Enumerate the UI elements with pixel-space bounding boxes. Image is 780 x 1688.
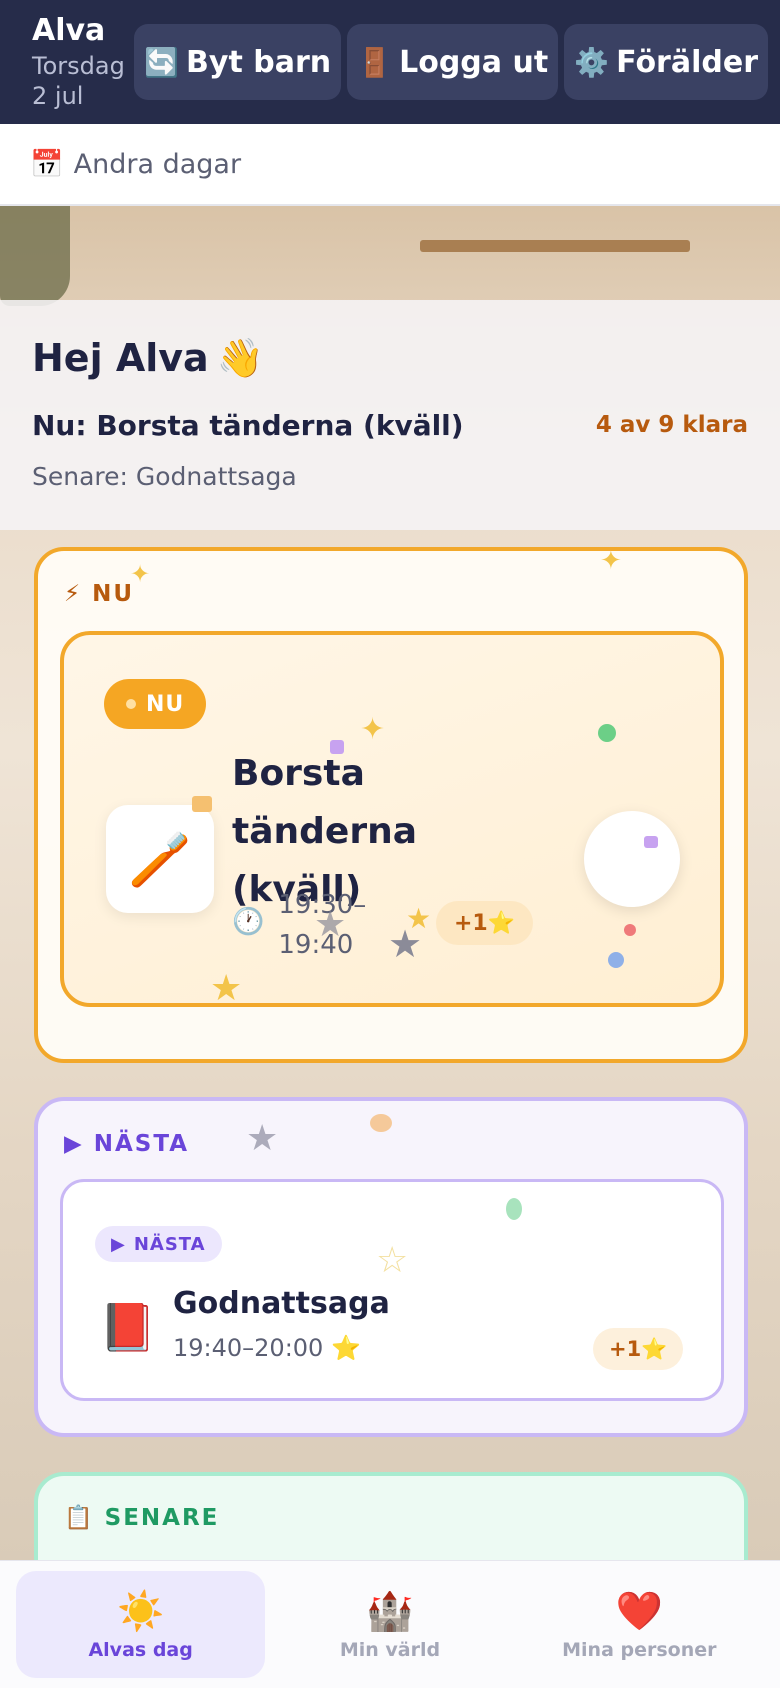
next-section-title: NÄSTA [93,1131,190,1157]
now-summary: Nu: Borsta tänderna (kväll) [32,408,464,442]
door-icon: 🚪 [357,45,392,79]
logout-label: Logga ut [399,44,549,80]
now-section-title: NU [92,581,135,607]
confetti [330,740,344,754]
parent-button[interactable]: ⚙️ Förälder [564,24,768,100]
next-task-time: 19:40–20:00 ⭐ [173,1334,361,1362]
next-section-header: ▶ NÄSTA [64,1131,189,1157]
now-badge-label: NU [146,691,185,717]
clipboard-icon: 📋 [64,1505,95,1531]
confetti [624,924,636,936]
refresh-icon: 🔄 [144,45,179,79]
nav-my-world-label: Min värld [339,1638,441,1661]
current-date: Torsdag 2 jul [32,52,125,110]
bottom-navigation: ☀️ Alvas dag 🏰 Min värld ❤️ Mina persone… [0,1560,780,1688]
current-task-card[interactable]: NU 🪥 Borsta tänderna (kväll) 🕐 19:30– 19… [60,631,724,1007]
switch-child-label: Byt barn [186,44,332,80]
toothbrush-icon: 🪥 [106,805,214,913]
now-section: ⚡ NU NU 🪥 Borsta tänderna (kväll) 🕐 19:3… [34,547,748,1063]
top-bar: Alva Torsdag 2 jul 🔄 Byt barn 🚪 Logga ut… [0,0,780,124]
sun-icon: ☀️ [117,1588,165,1633]
child-info: Alva Torsdag 2 jul [32,13,128,111]
calendar-icon: 📅 [30,149,64,180]
reward-badge: +1⭐ [436,901,534,945]
now-summary-row: Nu: Borsta tänderna (kväll) 4 av 9 klara [32,406,748,444]
lightning-icon: ⚡ [64,581,83,607]
badge-dot [126,699,136,709]
later-summary: Senare: Godnattsaga [32,462,297,491]
nav-my-day[interactable]: ☀️ Alvas dag [16,1571,266,1678]
nav-my-day-label: Alvas dag [88,1638,193,1661]
confetti [370,1114,392,1132]
confetti [608,952,624,968]
next-section: ▶ NÄSTA ▶ NÄSTA 📕 Godnattsaga 19:40–20:0… [34,1097,748,1437]
play-icon: ▶ [64,1131,84,1157]
confetti [644,836,658,848]
curtain-decoration [0,206,70,306]
book-icon: 📕 [99,1300,157,1354]
nav-my-people-label: Mina personer [562,1638,717,1661]
time-range: 19:30– 19:40 [278,885,366,965]
gear-icon: ⚙️ [574,45,610,79]
nav-my-people[interactable]: ❤️ Mina personer [515,1571,764,1678]
nav-my-world[interactable]: 🏰 Min värld [265,1571,514,1678]
greeting-text: Hej Alva [32,336,209,380]
reward-badge: +1⭐ [593,1328,684,1370]
now-section-header: ⚡ NU [64,581,134,607]
now-badge: NU [104,679,207,729]
later-section-title: SENARE [104,1504,220,1531]
next-task-title: Godnattsaga [173,1286,390,1321]
castle-icon: 🏰 [366,1588,414,1633]
current-task-time: 🕐 19:30– 19:40 [232,885,366,965]
confetti [506,1198,522,1220]
confetti [192,796,212,812]
shelf-decoration [420,240,690,252]
heart-icon: ❤️ [615,1588,663,1633]
confetti [598,724,616,742]
next-badge-label: NÄSTA [133,1233,206,1255]
progress-count: 4 av 9 klara [595,412,748,438]
greeting-panel: Hej Alva 👋 Nu: Borsta tänderna (kväll) 4… [0,300,780,530]
child-name: Alva [32,13,106,48]
time-start: 19:30– [278,890,367,920]
time-end: 19:40 [278,930,354,960]
other-days-label: Andra dagar [73,148,242,180]
next-task-card[interactable]: ▶ NÄSTA 📕 Godnattsaga 19:40–20:00 ⭐ +1⭐ [60,1179,724,1401]
switch-child-button[interactable]: 🔄 Byt barn [134,24,342,100]
complete-task-button[interactable] [584,811,680,907]
greeting-title: Hej Alva 👋 [32,330,748,386]
play-icon: ▶ [111,1233,126,1255]
parent-label: Förälder [616,44,758,80]
clock-icon: 🕐 [232,907,265,937]
later-section-header: 📋 SENARE [64,1504,220,1532]
other-days-link[interactable]: 📅 Andra dagar [0,124,780,206]
logout-button[interactable]: 🚪 Logga ut [347,24,559,100]
wave-icon: 👋 [216,335,265,380]
next-badge: ▶ NÄSTA [95,1226,222,1262]
